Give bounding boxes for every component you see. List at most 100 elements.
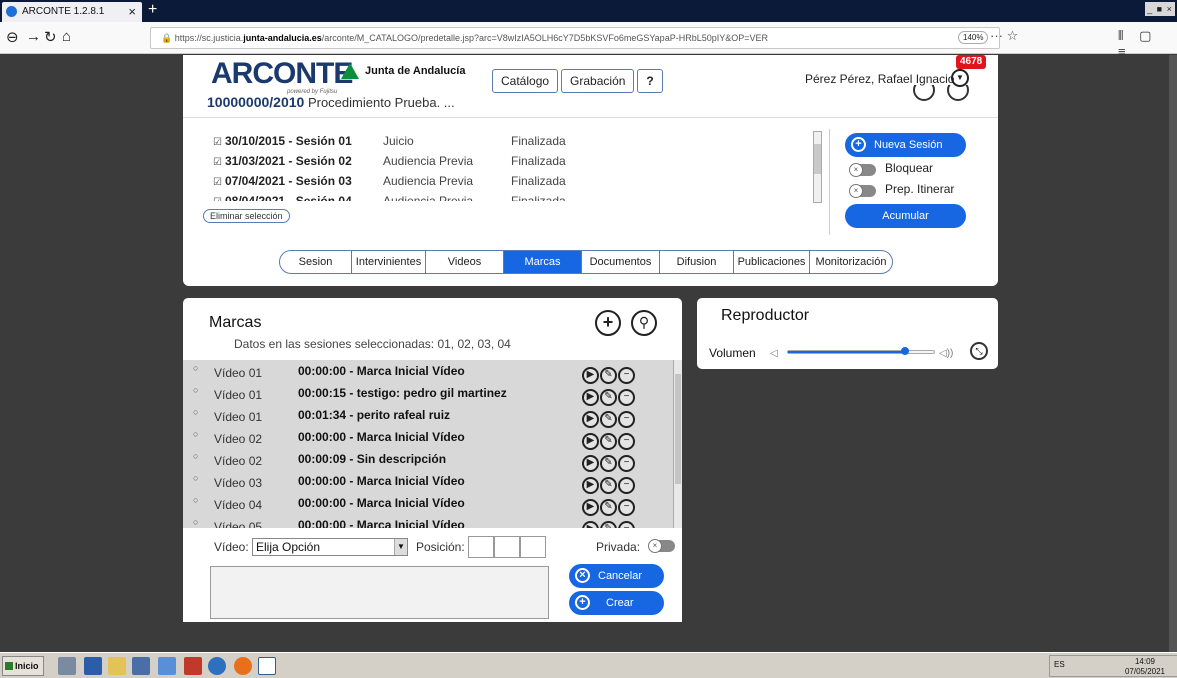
page-actions-icon[interactable]: ··· ☆ [990, 28, 1018, 44]
list-item[interactable]: ○ Vídeo 01 00:00:15 - testigo: pedro gil m… [183, 379, 682, 406]
list-item[interactable]: ○ Vídeo 01 00:00:00 - Marca Inicial Vídeo ▶… [183, 360, 682, 384]
bloquear-toggle[interactable]: × [849, 163, 876, 177]
tab-publicaciones[interactable]: Publicaciones [734, 251, 810, 273]
volume-low-icon[interactable]: ◁ [770, 348, 778, 359]
url-domain: junta-andalucia.es [243, 33, 322, 43]
zoom-indicator[interactable]: 140% [958, 31, 989, 44]
mark-radio[interactable]: ○ [193, 423, 198, 445]
eliminar-seleccion-button[interactable]: Eliminar selección [203, 209, 290, 223]
posicion-minutes-input[interactable] [494, 536, 520, 558]
posicion-hours-input[interactable] [468, 536, 494, 558]
add-mark-icon[interactable]: + [595, 310, 621, 336]
tab-intervinientes[interactable]: Intervinientes [352, 251, 426, 273]
powershell-icon[interactable] [84, 657, 102, 675]
marcas-scroll-thumb[interactable] [675, 374, 681, 484]
mark-radio[interactable]: ○ [193, 360, 198, 379]
marcas-scrollbar[interactable] [673, 360, 682, 528]
list-item[interactable]: ○ Vídeo 02 00:00:09 - Sin descripción ▶ ✎ − [183, 445, 682, 472]
mark-radio[interactable]: ○ [193, 467, 198, 489]
mark-radio[interactable]: ○ [193, 489, 198, 511]
session-row[interactable]: ☑ 07/04/2021 - Sesión 03 Audiencia Previa F… [213, 171, 813, 191]
nueva-sesion-button[interactable]: + Nueva Sesión [845, 133, 966, 157]
nav-catalogo-button[interactable]: Catálogo [492, 69, 559, 93]
header-action-icons[interactable] [913, 85, 993, 103]
volume-handle[interactable] [900, 347, 909, 355]
expand-player-icon[interactable]: ⤡ [970, 342, 988, 360]
clock[interactable]: 14:09 07/05/2021 [1125, 657, 1165, 677]
search-mark-icon[interactable]: ⚲ [631, 310, 657, 336]
page-scrollbar[interactable] [1169, 55, 1177, 652]
session-scrollbar[interactable] [813, 131, 822, 203]
acumular-button[interactable]: Acumular [845, 204, 966, 228]
mark-radio[interactable]: ○ [193, 445, 198, 467]
video-select[interactable]: Elija Opción ▼ [252, 538, 408, 556]
mark-description-textarea[interactable] [210, 566, 549, 619]
folder-icon[interactable] [108, 657, 126, 675]
list-item[interactable]: ○ Vídeo 02 00:00:00 - Marca Inicial Vídeo ▶… [183, 423, 682, 450]
session-checkbox[interactable]: ☑ [213, 133, 225, 153]
mark-radio[interactable]: ○ [193, 401, 198, 423]
new-mark-form: Vídeo: Elija Opción ▼ Posición: Privada: … [183, 528, 682, 622]
notification-badge[interactable]: 4678 [956, 55, 987, 69]
session-row[interactable]: ☑ 30/10/2015 - Sesión 01 Juicio Finalizada [213, 131, 813, 151]
session-checkbox[interactable]: ☑ [213, 153, 225, 173]
start-button[interactable]: Inicio [2, 656, 44, 676]
browser-tab[interactable]: ARCONTE 1.2.8.1 × [2, 2, 142, 22]
toggle-off-icon: × [849, 184, 863, 198]
tab-sesion[interactable]: Sesion [280, 251, 352, 273]
window-controls[interactable]: _ ■ × [1145, 2, 1175, 16]
globe-icon[interactable] [208, 657, 226, 675]
tab-marcas[interactable]: Marcas [504, 251, 582, 273]
mark-radio[interactable]: ○ [193, 511, 198, 528]
volume-high-icon[interactable]: ◁)) [939, 348, 953, 359]
edit-procedure-icon[interactable] [913, 85, 935, 101]
list-item[interactable]: ○ Vídeo 05 00:00:00 - Marca Inicial Vídeo ▶… [183, 514, 682, 528]
pdf-reader-icon[interactable] [184, 657, 202, 675]
session-date: 30/10/2015 - Sesión 01 [225, 134, 352, 148]
session-checkbox[interactable]: ☑ [213, 173, 225, 193]
presentation-icon[interactable] [158, 657, 176, 675]
language-indicator[interactable]: ES [1054, 660, 1065, 669]
volume-label: Volumen [709, 346, 756, 360]
session-type: Audiencia Previa [383, 194, 474, 201]
play-icon[interactable]: ▶ [582, 521, 599, 528]
session-row[interactable]: ☑ 31/03/2021 - Sesión 02 Audiencia Previa F… [213, 151, 813, 171]
procedure-name: Procedimiento Prueba. ... [307, 95, 455, 110]
list-item[interactable]: ○ Vídeo 01 00:01:34 - perito rafeal ruiz ▶ ✎… [183, 401, 682, 428]
close-tab-icon[interactable]: × [128, 2, 136, 22]
forward-icon[interactable]: → [26, 28, 41, 45]
new-tab-button[interactable]: + [148, 1, 157, 19]
remove-icon[interactable]: − [618, 521, 635, 528]
top-nav: Catálogo Grabación? [492, 69, 666, 93]
tab-videos[interactable]: Videos [426, 251, 504, 273]
session-scroll-thumb[interactable] [814, 144, 821, 174]
tab-documentos[interactable]: Documentos [582, 251, 660, 273]
crear-button[interactable]: + Crear [569, 591, 664, 615]
tab-monitorizacion[interactable]: Monitorización [810, 251, 892, 273]
tab-difusion[interactable]: Difusion [660, 251, 734, 273]
back-icon[interactable]: ⊖ [6, 28, 19, 46]
mark-radio[interactable]: ○ [193, 379, 198, 401]
cancelar-button[interactable]: × Cancelar [569, 564, 664, 588]
document-icon[interactable] [258, 657, 276, 675]
network-app-icon[interactable] [58, 657, 76, 675]
home-icon[interactable]: ⌂ [62, 28, 71, 45]
session-row[interactable]: ☑08/04/2021 - Sesión 04 Audiencia Previa F… [213, 191, 813, 201]
nav-grabacion-button[interactable]: Grabación [561, 69, 635, 93]
volume-slider[interactable] [787, 347, 935, 355]
explorer-icon[interactable] [132, 657, 150, 675]
list-item[interactable]: ○ Vídeo 04 00:00:00 - Marca Inicial Vídeo ▶… [183, 489, 682, 516]
url-bar[interactable]: 🔒 https://sc.justicia.junta-andalucia.es… [150, 27, 1000, 49]
posicion-seconds-input[interactable] [520, 536, 546, 558]
list-item[interactable]: ○ Vídeo 03 00:00:00 - Marca Inicial Vídeo ▶… [183, 467, 682, 494]
prep-itinerar-toggle[interactable]: × [849, 184, 876, 198]
session-checkbox[interactable]: ☑ [213, 193, 225, 201]
edit-icon[interactable]: ✎ [600, 521, 617, 528]
user-name: Pérez Pérez, Rafael Ignacio [805, 72, 955, 86]
junta-logo: Junta de Andalucía [341, 63, 465, 79]
reload-icon[interactable]: ↻ [44, 28, 57, 46]
help-button[interactable]: ? [637, 69, 663, 93]
privada-toggle[interactable]: × [648, 539, 675, 553]
expand-procedure-icon[interactable] [947, 85, 969, 101]
firefox-icon[interactable] [234, 657, 252, 675]
